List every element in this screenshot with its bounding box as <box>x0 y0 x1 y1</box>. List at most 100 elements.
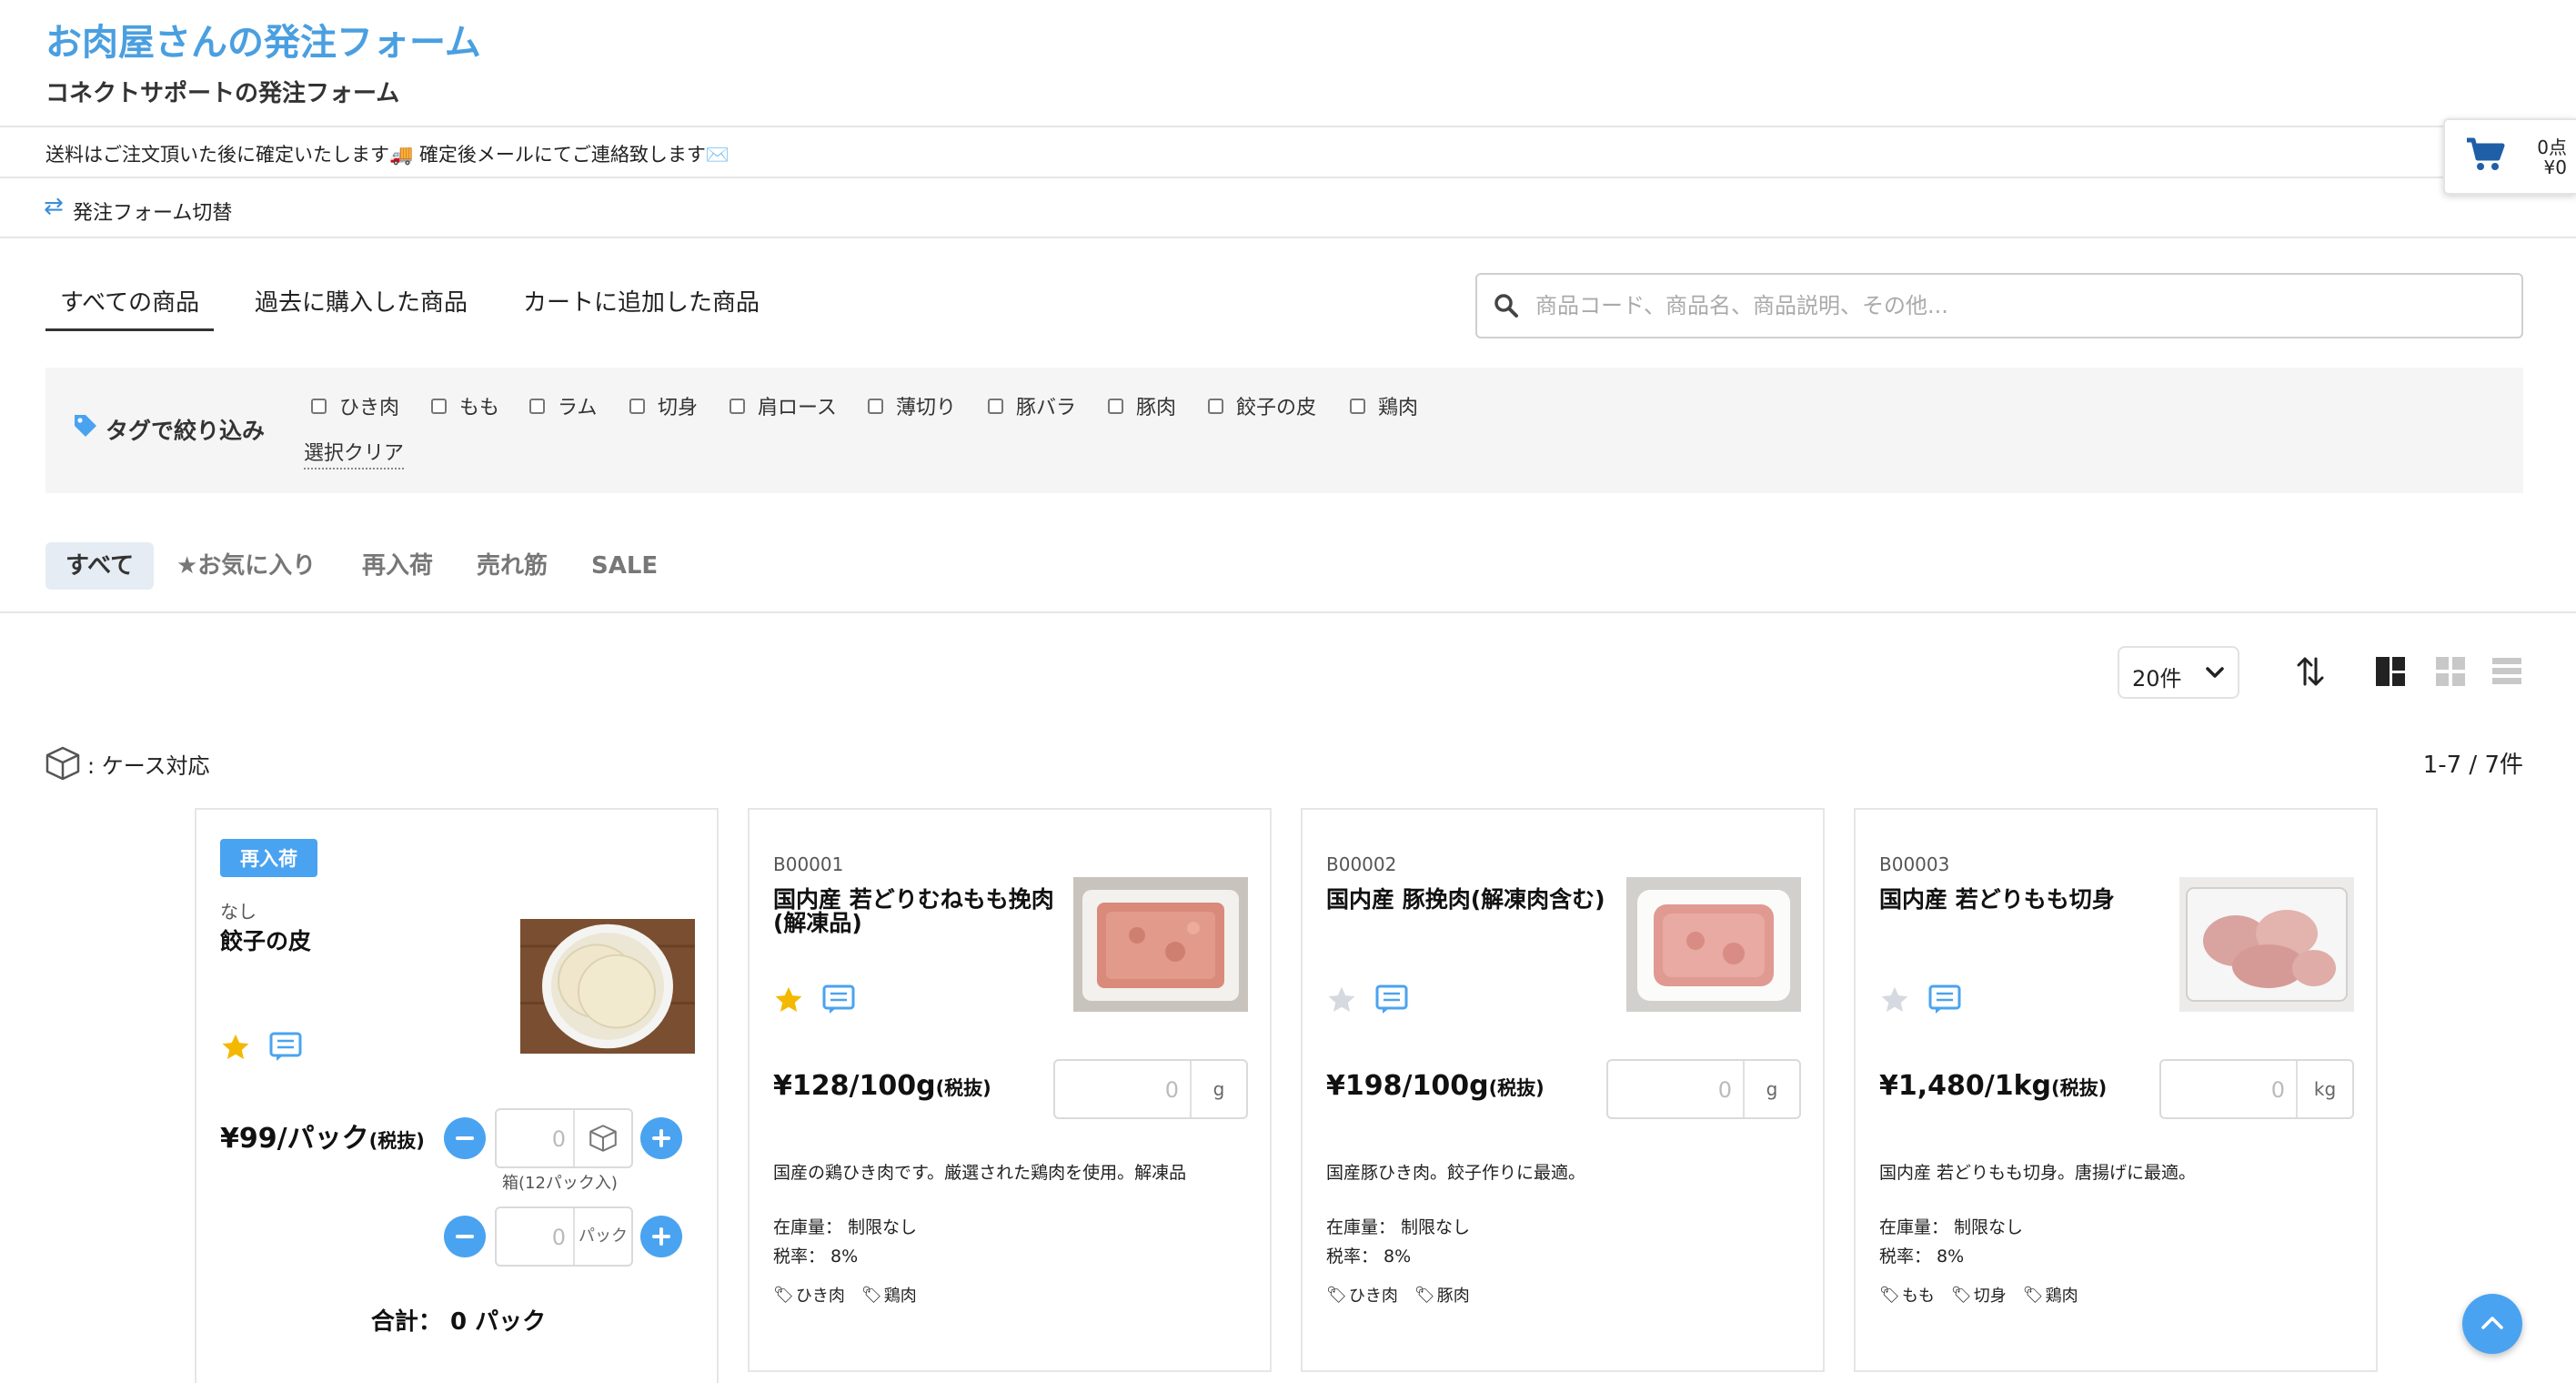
search-box <box>1475 273 2523 338</box>
tag-checkbox-momo[interactable]: もも <box>431 391 499 420</box>
card-view-icon[interactable] <box>2374 655 2407 688</box>
list-view-icon[interactable] <box>2490 655 2523 688</box>
checkbox[interactable] <box>1208 398 1223 414</box>
checkbox[interactable] <box>529 398 545 414</box>
increment-case-button[interactable] <box>640 1117 682 1159</box>
notice-text: 送料はご注文頂いた後に確定いたします🚚 確定後メールにてご連絡致します✉️ <box>45 144 730 166</box>
scroll-to-top-button[interactable] <box>2462 1294 2522 1354</box>
product-tag-label: 鶏肉 <box>883 1287 917 1306</box>
checkbox[interactable] <box>1350 398 1365 414</box>
quantity-input[interactable]: 0 g <box>1606 1059 1801 1119</box>
tag-icon: 🏷 <box>1414 1285 1435 1305</box>
header: お肉屋さんの発注フォーム コネクトサポートの発注フォーム <box>0 0 2576 127</box>
product-image[interactable] <box>1073 877 1248 1012</box>
product-tag-label: 豚肉 <box>1436 1287 1470 1306</box>
price-value: ¥99/パック <box>220 1123 369 1155</box>
product-image[interactable] <box>1626 877 1801 1012</box>
clear-selection-link[interactable]: 選択クリア <box>304 437 405 469</box>
product-tag[interactable]: 🏷 ひき肉 <box>1326 1283 1398 1307</box>
product-price: ¥128/100g(税抜) <box>773 1070 991 1102</box>
case-unit <box>573 1110 631 1166</box>
filter-tab-sale[interactable]: SALE <box>591 542 658 590</box>
product-image[interactable] <box>2179 877 2354 1012</box>
tab-all-products[interactable]: すべての商品 <box>45 284 215 331</box>
quantity-input[interactable]: 0 g <box>1053 1059 1248 1119</box>
shop-subtitle: コネクトサポートの発注フォーム <box>45 80 400 107</box>
shop-title[interactable]: お肉屋さんの発注フォーム <box>45 13 481 66</box>
case-quantity-value[interactable]: 0 <box>497 1126 566 1152</box>
pack-quantity-input[interactable]: 0 パック <box>495 1206 633 1267</box>
product-code: B00001 <box>773 853 844 875</box>
tag-checkbox-gyoza[interactable]: 餃子の皮 <box>1208 391 1316 420</box>
quantity-value[interactable]: 0 <box>1055 1077 1179 1103</box>
favorite-star-icon[interactable] <box>773 984 804 1015</box>
cart-widget[interactable]: 0点 ¥0 <box>2443 118 2576 195</box>
search-input[interactable] <box>1535 288 2500 324</box>
pack-quantity-value[interactable]: 0 <box>497 1225 566 1250</box>
comment-icon[interactable] <box>269 1032 302 1063</box>
favorite-star-icon[interactable] <box>1326 984 1357 1015</box>
sort-icon[interactable] <box>2296 653 2325 690</box>
checkbox[interactable] <box>629 398 645 414</box>
tab-purchased-products[interactable]: 過去に購入した商品 <box>255 284 468 318</box>
product-description: 国産豚ひき肉。餃子作りに最適。 <box>1326 1163 1586 1183</box>
product-tag[interactable]: 🏷 豚肉 <box>1414 1283 1470 1307</box>
increment-pack-button[interactable] <box>640 1216 682 1257</box>
product-name[interactable]: 国内産 豚挽肉(解凍肉含む) <box>1326 888 1626 912</box>
filter-tab-bestsellers[interactable]: 売れ筋 <box>477 542 548 590</box>
comment-icon[interactable] <box>1375 984 1408 1015</box>
product-tag[interactable]: 🏷 もも <box>1879 1283 1935 1307</box>
filter-tab-restock[interactable]: 再入荷 <box>362 542 433 590</box>
product-image[interactable] <box>520 919 695 1054</box>
product-tag[interactable]: 🏷 鶏肉 <box>2023 1283 2078 1307</box>
chevron-up-icon <box>2481 1317 2503 1329</box>
quantity-value[interactable]: 0 <box>2161 1077 2285 1103</box>
tax-rate: 税率： 8% <box>1879 1247 1965 1267</box>
tag-checkbox-toriniku[interactable]: 鶏肉 <box>1350 391 1418 420</box>
case-quantity-input[interactable]: 0 <box>495 1108 633 1168</box>
grid-view-icon[interactable] <box>2434 655 2467 688</box>
tag-checkbox-usugiri[interactable]: 薄切り <box>868 391 956 420</box>
comment-icon[interactable] <box>1928 984 1961 1015</box>
tag-checkbox-hikiniku[interactable]: ひき肉 <box>311 391 399 420</box>
tab-cart-products[interactable]: カートに追加した商品 <box>523 284 760 318</box>
product-name[interactable]: 国内産 若どりもも切身 <box>1879 888 2179 912</box>
per-page-select[interactable]: 20件 <box>2118 646 2239 699</box>
quantity-value[interactable]: 0 <box>1608 1077 1732 1103</box>
checkbox[interactable] <box>988 398 1003 414</box>
tag-checkbox-lamb[interactable]: ラム <box>529 391 597 420</box>
case-legend-label: : ケース対応 <box>87 752 210 779</box>
tag-label: 肩ロース <box>758 397 837 419</box>
checkbox[interactable] <box>730 398 745 414</box>
product-price: ¥1,480/1kg(税抜) <box>1879 1070 2107 1102</box>
product-tag[interactable]: 🏷 ひき肉 <box>773 1283 845 1307</box>
tax-note: (税抜) <box>2051 1077 2108 1099</box>
tag-checkbox-butabara[interactable]: 豚バラ <box>988 391 1076 420</box>
form-switch[interactable]: ⇄ 発注フォーム切替 <box>0 178 2576 238</box>
checkbox[interactable] <box>311 398 327 414</box>
favorite-star-icon[interactable] <box>220 1032 251 1063</box>
cart-icon <box>2467 137 2505 170</box>
product-name[interactable]: 餃子の皮 <box>220 930 520 954</box>
filter-tab-favorites[interactable]: ★お気に入り <box>176 542 316 590</box>
decrement-pack-button[interactable] <box>444 1216 486 1257</box>
form-switch-label[interactable]: 発注フォーム切替 <box>73 197 232 226</box>
tag-checkbox-katarosu[interactable]: 肩ロース <box>730 391 837 420</box>
product-name[interactable]: 国内産 若どりむねもも挽肉(解凍品) <box>773 888 1073 934</box>
tag-checkbox-kirimi[interactable]: 切身 <box>629 391 698 420</box>
decrement-case-button[interactable] <box>444 1117 486 1159</box>
quantity-unit: kg <box>2296 1061 2352 1117</box>
tag-label: 切身 <box>658 397 699 419</box>
order-total: 合計： 0 パック <box>196 1303 720 1337</box>
product-tag[interactable]: 🏷 鶏肉 <box>861 1283 917 1307</box>
filter-tab-all[interactable]: すべて <box>45 542 155 590</box>
checkbox[interactable] <box>868 398 883 414</box>
checkbox[interactable] <box>1108 398 1123 414</box>
tag-checkbox-butaniku[interactable]: 豚肉 <box>1108 391 1176 420</box>
comment-icon[interactable] <box>822 984 855 1015</box>
product-tag[interactable]: 🏷 切身 <box>1951 1283 2007 1307</box>
quantity-input[interactable]: 0 kg <box>2159 1059 2354 1119</box>
favorite-star-icon[interactable] <box>1879 984 1910 1015</box>
tag-filter-title: タグで絞り込み <box>106 418 266 444</box>
checkbox[interactable] <box>431 398 447 414</box>
